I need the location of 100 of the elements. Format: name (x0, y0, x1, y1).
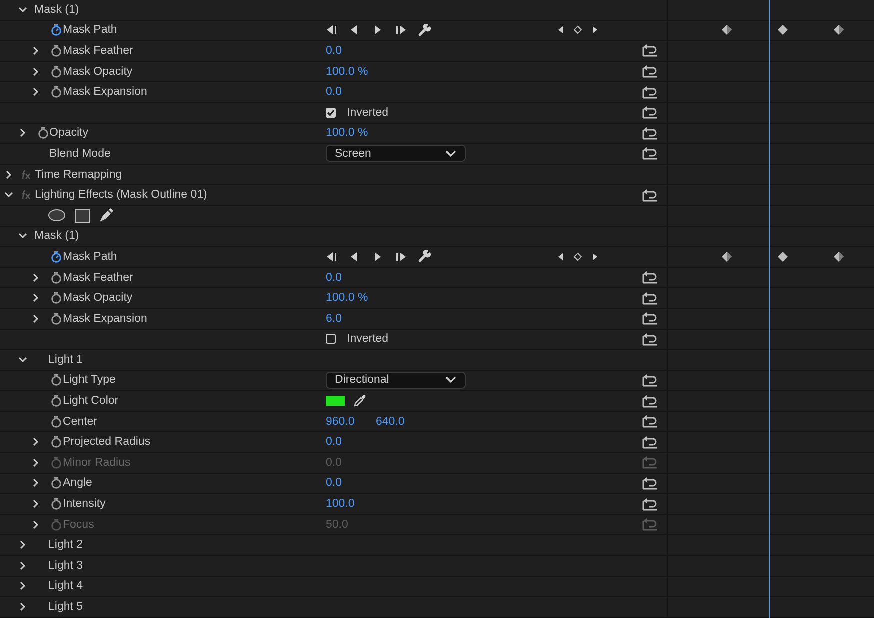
checkbox[interactable] (326, 334, 336, 344)
stopwatch-icon[interactable] (51, 272, 62, 284)
go-to-end-icon[interactable] (395, 250, 407, 263)
value-field[interactable]: 640.0 (376, 416, 418, 428)
stopwatch-icon[interactable] (51, 250, 62, 263)
reset-icon[interactable] (642, 126, 658, 140)
group-name: Light 5 (48, 601, 84, 614)
ellipse-mask-icon[interactable] (48, 209, 66, 222)
chevron-right-icon[interactable] (31, 87, 41, 98)
property-name: Angle (63, 477, 92, 490)
keyframe-icon[interactable] (721, 24, 733, 36)
go-to-start-icon[interactable] (326, 250, 338, 263)
property-name: Light Color (63, 395, 119, 408)
chevron-right-icon[interactable] (18, 128, 28, 138)
property-name: Mask Expansion (63, 312, 148, 325)
reset-icon[interactable] (642, 374, 658, 387)
group-name: Light 4 (48, 580, 84, 592)
chevron-right-icon[interactable] (31, 499, 41, 510)
stopwatch-icon[interactable] (51, 24, 62, 36)
reset-icon[interactable] (642, 332, 658, 346)
value-field[interactable]: 100.0 % (326, 66, 368, 78)
go-to-end-icon[interactable] (395, 24, 407, 36)
stopwatch-icon[interactable] (51, 292, 62, 304)
reset-icon[interactable] (642, 394, 658, 408)
group-name: Light 1 (48, 354, 84, 366)
wrench-icon[interactable] (418, 24, 431, 37)
chevron-down-icon[interactable] (4, 190, 14, 200)
stopwatch-icon[interactable] (51, 477, 62, 490)
value-field[interactable]: 0.0 (326, 272, 368, 284)
property-name: Mask Opacity (63, 292, 133, 304)
reset-icon[interactable] (642, 312, 658, 326)
color-swatch[interactable] (326, 396, 345, 406)
chevron-right-icon[interactable] (18, 560, 28, 571)
value-field[interactable]: 0.0 (326, 436, 368, 448)
fx-icon[interactable] (21, 190, 32, 200)
keyframe-icon[interactable] (777, 250, 789, 263)
property-name: Intensity (63, 498, 106, 510)
reset-icon[interactable] (642, 65, 658, 78)
chevron-right-icon[interactable] (31, 46, 41, 56)
chevron-down-icon[interactable] (18, 4, 28, 15)
add-keyframe-icon[interactable] (573, 252, 583, 262)
chevron-right-icon[interactable] (18, 540, 28, 550)
property-name: Minor Radius (63, 456, 131, 469)
chevron-down-icon[interactable] (18, 354, 28, 365)
stopwatch-icon[interactable] (51, 86, 62, 98)
stopwatch-icon[interactable] (51, 44, 62, 57)
chevron-right-icon[interactable] (31, 272, 41, 283)
value-field[interactable]: 960.0 (326, 416, 368, 428)
stopwatch-icon[interactable] (51, 395, 62, 408)
reset-icon[interactable] (642, 476, 658, 490)
chevron-right-icon[interactable] (18, 602, 28, 612)
stopwatch-icon[interactable] (51, 416, 62, 428)
keyframe-icon[interactable] (833, 24, 845, 36)
chevron-right-icon[interactable] (31, 66, 41, 77)
rectangle-mask-icon[interactable] (75, 208, 90, 223)
stopwatch-icon[interactable] (51, 66, 62, 78)
chevron-right-icon[interactable] (31, 437, 41, 448)
chevron-right-icon[interactable] (31, 478, 41, 488)
value-field[interactable]: 0.0 (326, 44, 368, 57)
value-field[interactable]: 100.0 % (326, 292, 368, 304)
reset-icon[interactable] (642, 86, 658, 99)
stopwatch-icon[interactable] (51, 312, 62, 325)
fx-icon[interactable] (21, 170, 32, 180)
stopwatch-icon[interactable] (51, 498, 62, 510)
keyframe-icon[interactable] (721, 250, 733, 263)
stopwatch-icon[interactable] (38, 127, 48, 140)
reset-icon[interactable] (642, 498, 658, 511)
checkbox[interactable] (326, 108, 336, 118)
reset-icon[interactable] (642, 44, 658, 58)
effect-name: Lighting Effects (Mask Outline 01) (35, 189, 208, 202)
chevron-down-icon[interactable] (18, 231, 28, 242)
reset-icon[interactable] (642, 188, 658, 202)
reset-icon[interactable] (642, 292, 658, 305)
dropdown[interactable]: Directional (326, 372, 466, 389)
value-field[interactable]: 6.0 (326, 312, 368, 325)
go-to-start-icon[interactable] (326, 24, 338, 36)
pen-icon[interactable] (99, 208, 114, 224)
property-name: Mask Opacity (63, 66, 133, 78)
chevron-right-icon[interactable] (4, 170, 14, 180)
reset-icon[interactable] (642, 415, 658, 428)
property-name: Blend Mode (50, 148, 111, 160)
chevron-right-icon[interactable] (31, 293, 41, 304)
wrench-icon[interactable] (418, 250, 431, 264)
stopwatch-icon[interactable] (51, 374, 62, 386)
value-field[interactable]: 0.0 (326, 86, 368, 98)
stopwatch-icon[interactable] (51, 436, 62, 448)
eyedropper-icon[interactable] (353, 394, 367, 408)
reset-icon[interactable] (642, 436, 658, 449)
keyframe-icon[interactable] (777, 24, 789, 36)
reset-icon[interactable] (642, 271, 658, 284)
chevron-right-icon[interactable] (18, 581, 28, 592)
value-field[interactable]: 100.0 (326, 498, 368, 510)
reset-icon[interactable] (642, 147, 658, 160)
value-field[interactable]: 100.0 % (326, 127, 368, 140)
chevron-right-icon[interactable] (31, 314, 41, 324)
keyframe-icon[interactable] (833, 250, 845, 263)
reset-icon[interactable] (642, 106, 658, 120)
value-field[interactable]: 0.0 (326, 477, 368, 490)
add-keyframe-icon[interactable] (573, 25, 583, 36)
dropdown[interactable]: Screen (326, 145, 466, 162)
